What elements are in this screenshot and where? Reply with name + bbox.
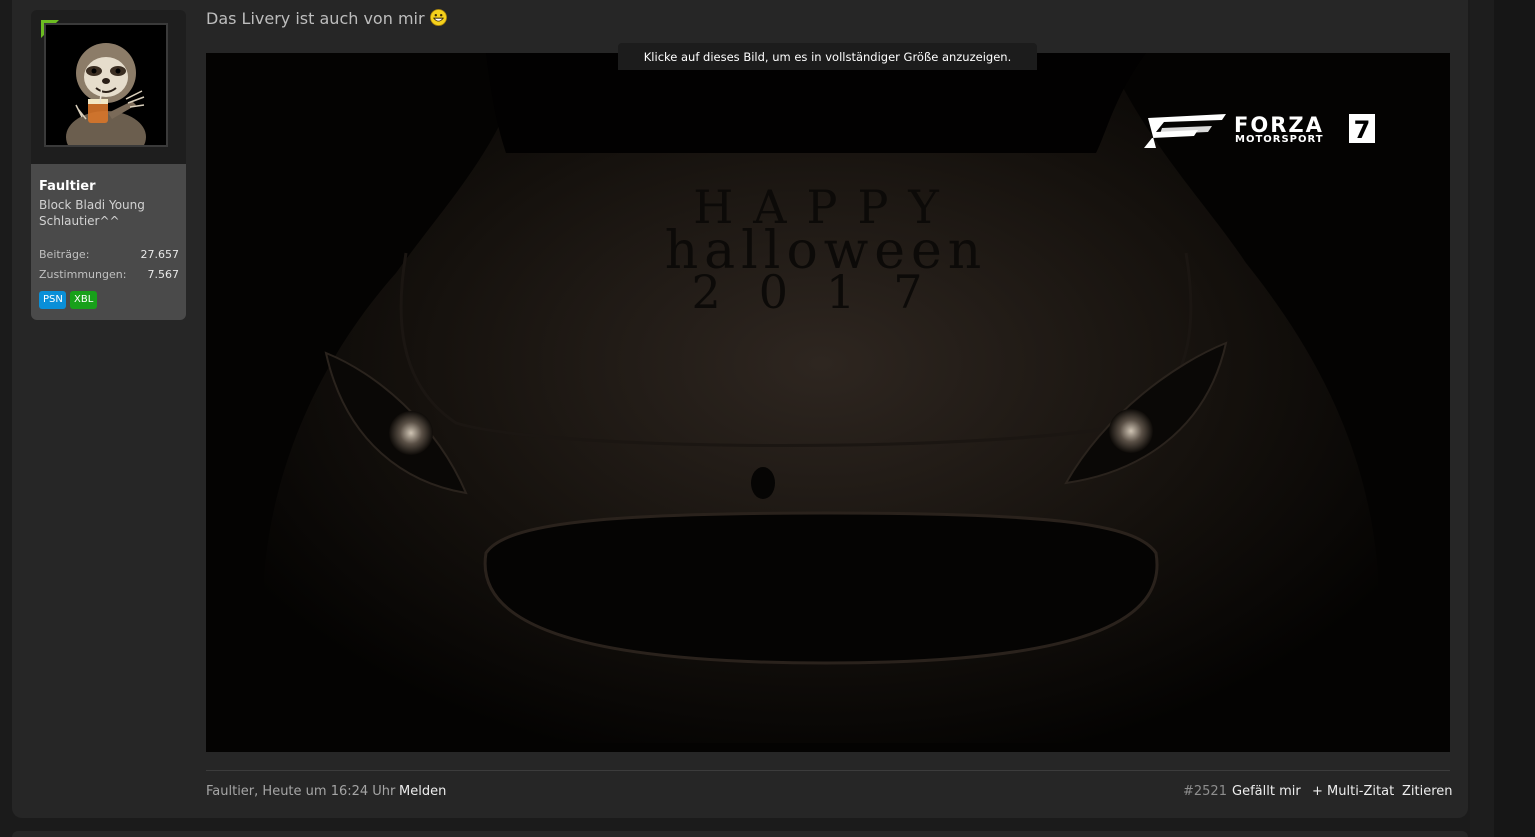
user-title: Block Bladi Young Schlautier^^ (39, 198, 145, 228)
report-link[interactable]: Melden (399, 784, 446, 799)
car-livery-image: HAPPY halloween 2017 (206, 53, 1450, 752)
logo-number-text: 7 (1354, 116, 1371, 144)
stat-likes-value: 7.567 (147, 268, 180, 281)
post-author-time[interactable]: Faultier, Heute um 16:24 Uhr (206, 784, 395, 799)
scrollbar-track[interactable] (1494, 0, 1535, 837)
post-message: Das Livery ist auch von mir (206, 9, 447, 30)
stat-likes-label: Zustimmungen: (39, 268, 127, 281)
username-link[interactable]: Faultier (39, 179, 96, 194)
quote-link[interactable]: Zitieren (1402, 784, 1453, 799)
scroll-gutter (1470, 0, 1494, 837)
multiquote-link[interactable]: + Multi-Zitat (1312, 784, 1394, 799)
footer-divider (206, 770, 1450, 771)
like-link[interactable]: Gefällt mir (1232, 784, 1301, 799)
stat-posts-label: Beiträge: (39, 248, 90, 261)
xbl-badge[interactable]: XBL (70, 291, 97, 309)
stat-posts-value: 27.657 (140, 248, 180, 261)
avatar[interactable] (44, 23, 168, 147)
forza-motorsport-logo: FORZA MOTORSPORT 7 (1142, 110, 1382, 150)
next-post (12, 831, 1468, 837)
psn-badge[interactable]: PSN (39, 291, 66, 309)
sloth-avatar-icon (46, 25, 166, 145)
hood-text-year: 2017 (691, 265, 960, 319)
grinning-face-icon (429, 9, 447, 30)
page: Faultier Block Bladi Young Schlautier^^ … (0, 0, 1535, 837)
image-fullsize-hint[interactable]: Klicke auf dieses Bild, um es in vollstä… (618, 43, 1037, 70)
post-number-link[interactable]: #2521 (1183, 784, 1227, 799)
post-message-text: Das Livery ist auch von mir (206, 9, 425, 28)
logo-sub-text: MOTORSPORT (1235, 134, 1324, 145)
post-image[interactable]: HAPPY halloween 2017 (206, 53, 1450, 752)
